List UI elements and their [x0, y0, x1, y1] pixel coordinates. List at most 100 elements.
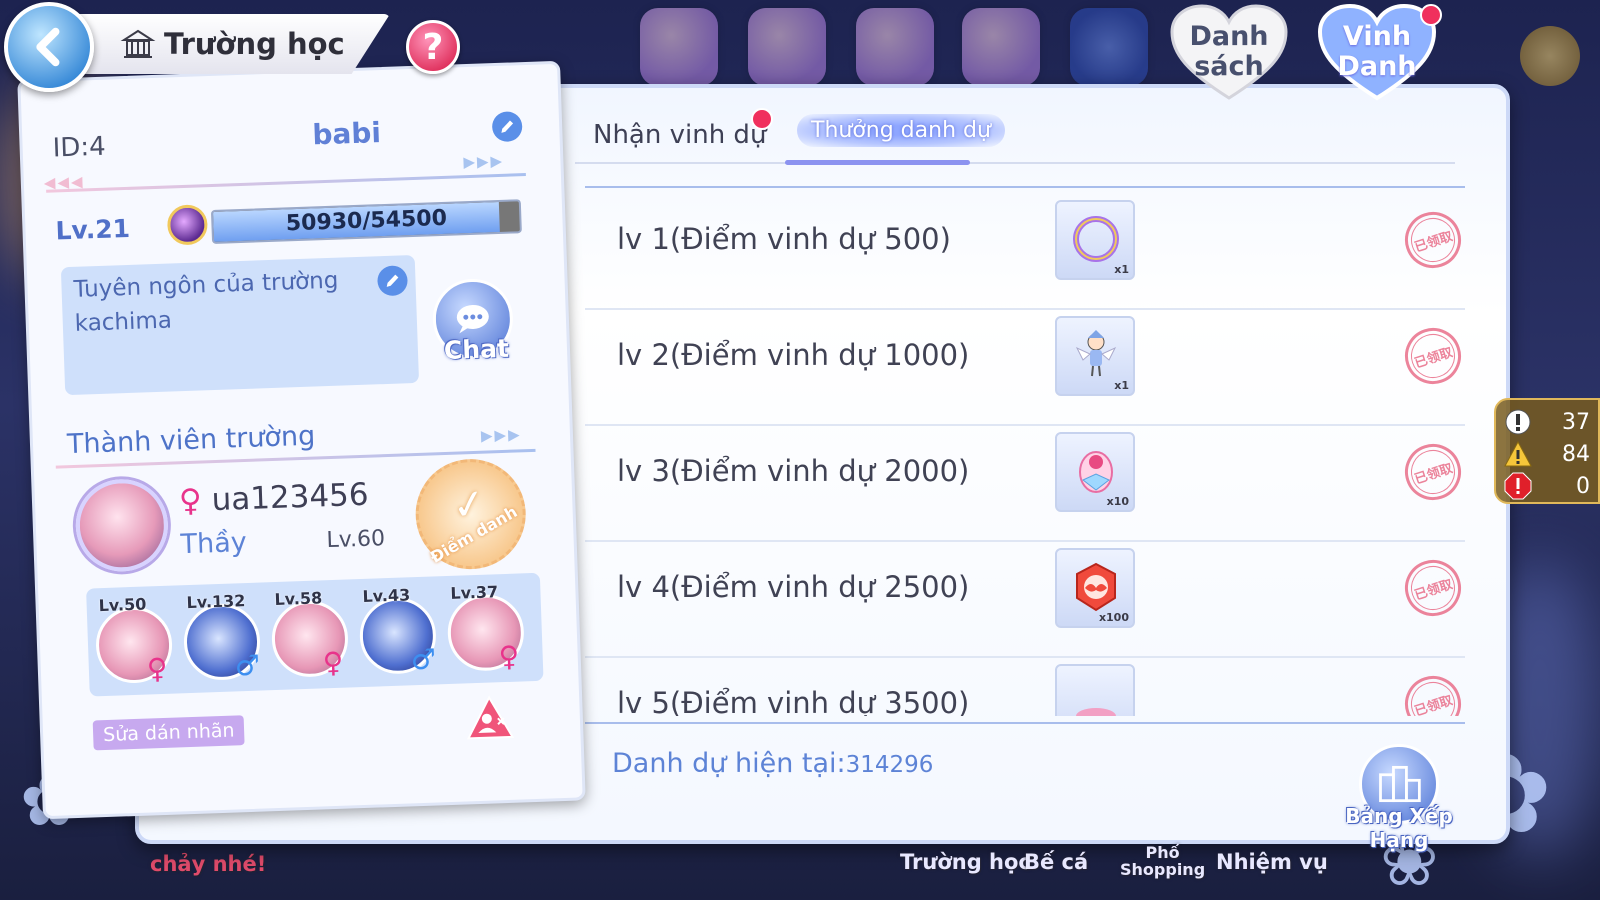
- member-role: Thầy: [180, 526, 248, 561]
- member-level: Lv.58: [274, 588, 323, 610]
- vinh-danh-label: Vinh Danh: [1337, 21, 1417, 82]
- claimed-stamp-icon: 已领取: [1397, 668, 1465, 716]
- chat-button[interactable]: Chat: [431, 277, 519, 370]
- ranking-label: Bảng Xếp Hạng: [1345, 804, 1453, 852]
- danh-sach-button[interactable]: Danh sách: [1168, 2, 1290, 102]
- motto-title: Tuyên ngôn của trường: [73, 267, 339, 303]
- member-level: Lv.60: [326, 526, 386, 554]
- report-member-icon[interactable]: [464, 694, 516, 742]
- nav-nhiem-vu[interactable]: Nhiệm vụ: [1216, 850, 1328, 874]
- reward-row: lv 1(Điểm vinh dự 500) x1 已领取: [585, 192, 1465, 310]
- status-warning: 84: [1504, 438, 1590, 470]
- reward-row: lv 5(Điểm vinh dự 3500) 已领取: [585, 656, 1465, 716]
- edit-name-button[interactable]: [491, 111, 523, 143]
- school-profile-card: ID:4 babi ◀◀◀ ▶▶▶ Lv.21 50930/54500 Tuyê…: [17, 60, 586, 820]
- title-bar: Trường học: [70, 14, 390, 74]
- page-title: Trường học: [164, 27, 345, 61]
- ranking-button[interactable]: Bảng Xếp Hạng: [1324, 744, 1474, 852]
- reward-row: lv 3(Điểm vinh dự 2000) x10 已领取: [585, 424, 1465, 542]
- nav-pho-shopping[interactable]: Phố Shopping: [1120, 844, 1205, 878]
- status-widget[interactable]: 37 84 0: [1494, 398, 1600, 504]
- female-icon: ♀: [322, 645, 344, 680]
- school-icon: [120, 29, 156, 58]
- crystal-egg-icon: [1079, 451, 1113, 493]
- flower-bed-icon: [1076, 708, 1116, 716]
- claimed-stamp-icon: 已领取: [1397, 552, 1465, 624]
- motto-text: kachima: [74, 307, 173, 337]
- reward-item[interactable]: [1055, 664, 1135, 716]
- reward-label: lv 1(Điểm vinh dự 500): [617, 222, 951, 256]
- tab-thuong-danh-du[interactable]: Thưởng danh dự: [797, 114, 1005, 147]
- current-honor-label: Danh dự hiện tại:: [612, 748, 846, 779]
- facebook-icon: [1070, 8, 1148, 86]
- reward-item[interactable]: x1: [1055, 316, 1135, 396]
- member-name: ♀ ua123456: [178, 477, 369, 520]
- reward-row: lv 4(Điểm vinh dự 2500) x100 已领取: [585, 540, 1465, 658]
- divider: [46, 173, 526, 193]
- fairy-figure-icon: [1075, 330, 1117, 377]
- reward-item[interactable]: x10: [1055, 432, 1135, 512]
- school-level: Lv.21: [55, 213, 131, 246]
- bottom-nav: Trường học Bế cá Phố Shopping Nhiệm vụ: [0, 844, 1600, 900]
- move-icon: [1520, 26, 1580, 86]
- edit-label-button[interactable]: Sửa dán nhãn: [92, 715, 245, 751]
- wing-badge-icon: [1076, 562, 1116, 612]
- claimed-stamp-icon: 已领取: [1397, 436, 1465, 508]
- error-count: 0: [1576, 473, 1590, 499]
- tab-bar: Nhận vinh dự Thưởng danh dự: [575, 106, 1455, 166]
- reward-item[interactable]: x100: [1055, 548, 1135, 628]
- item-quantity: x10: [1106, 495, 1129, 508]
- pencil-icon: [501, 120, 514, 133]
- female-icon: ♀: [178, 482, 203, 520]
- claimed-stamp-icon: 已领取: [1397, 204, 1465, 276]
- reward-list[interactable]: lv 1(Điểm vinh dự 500) x1 已领取 lv 2(Điểm …: [585, 192, 1465, 716]
- member-name-text: ua123456: [210, 476, 370, 519]
- mail-icon-bg: [748, 8, 826, 86]
- member-avatar[interactable]: Lv.43 ♂: [356, 584, 439, 683]
- info-circle-icon: [1505, 409, 1531, 435]
- male-icon: ♂: [234, 648, 261, 683]
- current-honor-value: 314296: [845, 752, 934, 778]
- nav-truong-hoc[interactable]: Trường học: [900, 850, 1031, 874]
- chat-label: Chat: [443, 333, 510, 365]
- member-avatar[interactable]: Lv.50 ♀: [92, 594, 175, 693]
- xp-progress-bar: 50930/54500: [210, 199, 522, 245]
- member-avatar[interactable]: Lv.58 ♀: [268, 587, 351, 686]
- reward-item[interactable]: x1: [1055, 200, 1135, 280]
- tab-divider: [575, 162, 1455, 164]
- tab-nhan-vinh-du[interactable]: Nhận vinh dự: [593, 120, 766, 150]
- male-icon: ♂: [410, 642, 437, 677]
- school-name: babi: [311, 116, 382, 152]
- reward-label: lv 4(Điểm vinh dự 2500): [617, 570, 970, 604]
- nav-be-ca[interactable]: Bế cá: [1024, 850, 1088, 874]
- status-info: 37: [1504, 406, 1590, 438]
- notification-dot: [1420, 4, 1442, 26]
- back-arrow-icon: [36, 27, 60, 67]
- member-avatar[interactable]: Lv.132 ♂: [180, 591, 263, 690]
- decor-arrows-right: ▶▶▶: [480, 425, 522, 445]
- xp-progress-text: 50930/54500: [285, 205, 448, 237]
- error-icon: [1504, 472, 1532, 500]
- decor-arrows-right: ▶▶▶: [463, 151, 505, 172]
- warning-count: 84: [1562, 441, 1590, 467]
- item-quantity: x1: [1114, 263, 1129, 276]
- member-level: Lv.132: [186, 591, 246, 613]
- claimed-stamp-icon: 已领取: [1397, 320, 1465, 392]
- notification-dot: [751, 108, 773, 130]
- member-level: Lv.37: [450, 582, 499, 603]
- danh-sach-label: Danh sách: [1189, 21, 1269, 82]
- bag-icon-bg: [962, 8, 1040, 86]
- pencil-icon: [386, 274, 399, 287]
- female-icon: ♀: [498, 639, 520, 674]
- reward-label: lv 3(Điểm vinh dự 2000): [617, 454, 970, 488]
- warning-icon: [1504, 440, 1532, 467]
- back-button[interactable]: [4, 2, 94, 92]
- member-avatar[interactable]: Lv.37 ♀: [444, 581, 527, 680]
- gift-icon-bg: [856, 8, 934, 86]
- reward-label: lv 5(Điểm vinh dự 3500): [617, 686, 970, 716]
- ring-frame-icon: [1073, 216, 1119, 262]
- members-title: Thành viên trường: [66, 420, 316, 461]
- avatar: [74, 477, 170, 573]
- help-button[interactable]: ?: [406, 20, 460, 74]
- list-divider: [585, 722, 1465, 724]
